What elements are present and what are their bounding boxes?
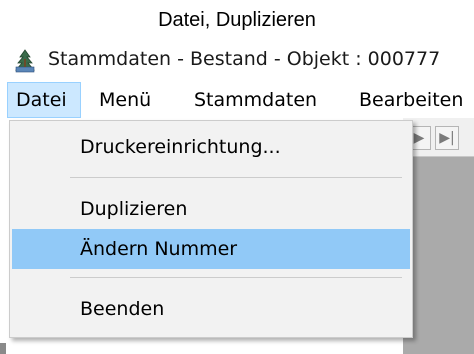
workspace-area: ▶ ▶| xyxy=(403,118,474,354)
window-left-edge xyxy=(0,118,6,354)
last-arrow-icon: ▶| xyxy=(439,130,455,146)
app-tree-icon xyxy=(13,49,37,73)
last-record-button[interactable]: ▶| xyxy=(435,126,459,150)
menu-bearbeiten[interactable]: Bearbeiten xyxy=(359,82,463,118)
menu-item-druckereinrichtung[interactable]: Druckereinrichtung... xyxy=(12,127,410,167)
datei-dropdown-menu: Druckereinrichtung... Duplizieren Ändern… xyxy=(9,120,413,338)
window-title: Stammdaten - Bestand - Objekt : 000777 xyxy=(48,48,441,70)
menu-stammdaten[interactable]: Stammdaten xyxy=(194,82,317,118)
caption-text: Datei, Duplizieren xyxy=(158,9,316,31)
menu-separator xyxy=(70,177,402,178)
menu-menu[interactable]: Menü xyxy=(99,82,151,118)
menu-bar: Datei Menü Stammdaten Bearbeiten xyxy=(0,82,474,118)
screenshot-root: Datei, Duplizieren Stammdaten - Bestand … xyxy=(0,0,474,354)
menu-separator xyxy=(70,277,402,278)
next-arrow-icon: ▶ xyxy=(413,130,425,146)
window-titlebar: Stammdaten - Bestand - Objekt : 000777 xyxy=(0,44,474,80)
navigation-toolbar: ▶ ▶| xyxy=(403,118,474,157)
window-bottom-edge xyxy=(0,343,6,354)
menu-item-aendern-nummer[interactable]: Ändern Nummer xyxy=(12,229,410,269)
menu-item-duplizieren[interactable]: Duplizieren xyxy=(12,189,410,229)
menu-item-beenden[interactable]: Beenden xyxy=(12,289,410,329)
menu-datei[interactable]: Datei xyxy=(7,82,81,118)
